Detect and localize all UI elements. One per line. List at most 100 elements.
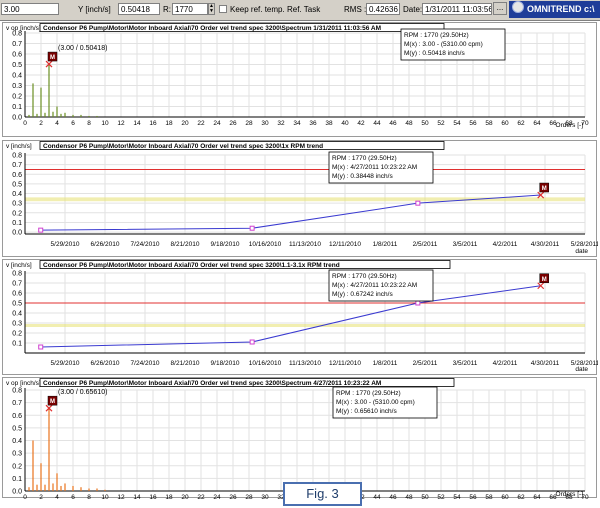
y-tick-label: 0.5	[12, 62, 22, 69]
x-tick-label: 30	[261, 494, 269, 499]
x-tick-label: 24	[213, 494, 221, 499]
x-tick-label: 16	[149, 494, 157, 499]
x-tick-label: 2	[39, 120, 43, 127]
x-tick-label: 26	[229, 494, 237, 499]
x-axis-label: Orders [-]	[556, 122, 584, 129]
x-axis-label: date	[575, 248, 588, 255]
x-tick-label: 46	[389, 120, 397, 127]
omnitrend-logo-icon	[512, 1, 524, 13]
y-tick-label: 0.6	[12, 291, 22, 298]
x-tick-label: 10/16/2010	[249, 241, 282, 248]
x-tick-label: 18	[165, 120, 173, 127]
rms-label: RMS :	[344, 5, 367, 14]
brand-label: OMNITREND c:\	[527, 4, 595, 14]
x-tick-label: 62	[517, 494, 525, 499]
y-value-field[interactable]: 0.50418	[118, 3, 160, 15]
chart-title: Condensor P6 Pump\Motor\Motor Inboard Ax…	[43, 262, 340, 269]
trend-point	[38, 227, 44, 233]
x-tick-label: 28	[245, 494, 253, 499]
x-tick-label: 0	[23, 494, 27, 499]
y-axis-label: v [inch/s]	[6, 262, 32, 269]
y-tick-label: 0.2	[12, 210, 22, 217]
x-tick-label: 4/2/2011	[493, 241, 518, 248]
x-tick-label: 60	[501, 494, 509, 499]
x-tick-label: 38	[325, 120, 333, 127]
x-tick-label: 36	[309, 120, 317, 127]
x-tick-label: 2/5/2011	[413, 360, 438, 367]
chart-title: Condensor P6 Pump\Motor\Motor Inboard Ax…	[43, 143, 323, 150]
y-label: Y [inch/s]	[78, 5, 111, 14]
y-tick-label: 0.0	[12, 230, 22, 237]
x-tick-label: 11/13/2010	[289, 360, 321, 367]
x-tick-label: 8/21/2010	[171, 241, 200, 248]
y-tick-label: 0.2	[12, 94, 22, 101]
y-tick-label: 0.6	[12, 172, 22, 179]
x-tick-label: 20	[181, 120, 189, 127]
more-button[interactable]: ...	[493, 2, 507, 15]
marker-info-line: RPM : 1770 (29.50Hz)	[404, 32, 469, 39]
trend-point	[415, 300, 421, 306]
x-tick-label: 24	[213, 120, 221, 127]
x-tick-label: 9/18/2010	[211, 241, 240, 248]
y-axis-label: v [inch/s]	[6, 143, 32, 150]
ref-task-label: Ref. Task	[287, 5, 321, 14]
x-tick-label: 34	[293, 120, 301, 127]
x-tick-label: 12	[117, 120, 125, 127]
spectrum-chart-1[interactable]: 0.00.10.20.30.40.50.60.70.80 2 4 6 8 10 12 14 16…	[3, 23, 598, 138]
r-label: R:	[163, 5, 171, 14]
y-tick-label: 0.4	[12, 73, 22, 80]
marker-info-line: M(x) : 3.00 - (5310.00 cpm)	[404, 41, 483, 48]
y-tick-label: 0.8	[12, 153, 22, 160]
cursor-toolbar: 3.00 Y [inch/s] 0.50418 R: 1770 ▲ ▼ Keep …	[0, 0, 600, 21]
x-tick-label: 52	[437, 494, 445, 499]
keep-ref-temp-checkbox[interactable]	[219, 5, 227, 13]
marker-info-line: M(x) : 4/27/2011 10:23:22 AM	[332, 282, 417, 289]
x-tick-label: 58	[485, 120, 493, 127]
y-tick-label: 0.3	[12, 451, 22, 458]
x-tick-label: 46	[389, 494, 397, 499]
x-tick-label: 7/24/2010	[131, 360, 160, 367]
trend-chart-band[interactable]: 0.1 0.2 0.3 0.4 0.5 0.6 0.7 0.8 5/29/2010 6/26/20…	[3, 260, 598, 376]
y-tick-label: 0.8	[12, 271, 22, 278]
trend-chart-1x[interactable]: 0.0 0.1 0.2 0.3 0.4 0.5 0.6 0.7 0.8 5/29/2010 6/26…	[3, 141, 598, 258]
rms-field[interactable]: 0.42636	[366, 3, 400, 15]
spectrum-chart-2[interactable]: 0.00.10.20.30.40.50.60.70.80 2 4 6 8 10 12 14 16…	[3, 378, 598, 499]
cursor-flag-label: M	[50, 55, 55, 61]
date-field[interactable]: 1/31/2011 11:03:56 A	[422, 3, 492, 15]
x-tick-label: 56	[469, 494, 477, 499]
y-tick-label: 0.5	[12, 181, 22, 188]
y-tick-label: 0.1	[12, 341, 22, 348]
x-tick-label: 60	[501, 120, 509, 127]
x-tick-label: 10/16/2010	[249, 360, 282, 367]
x-tick-label: 16	[149, 120, 157, 127]
x-tick-label: 52	[437, 120, 445, 127]
y-tick-label: 0.2	[12, 463, 22, 470]
x-value-field[interactable]: 3.00	[1, 3, 59, 15]
keep-ref-temp-label: Keep ref. temp.	[230, 5, 285, 14]
x-tick-label: 8	[87, 494, 91, 499]
x-tick-label: 10	[101, 494, 109, 499]
y-tick-label: 0.1	[12, 220, 22, 227]
marker-info-line: M(x) : 4/27/2011 10:23:22 AM	[332, 164, 417, 171]
x-tick-label: 8	[87, 120, 91, 127]
marker-info-line: M(y) : 0.67242 inch/s	[332, 291, 393, 298]
trend-point	[249, 339, 255, 345]
x-tick-label: 48	[405, 494, 413, 499]
x-tick-label: 56	[469, 120, 477, 127]
date-label: Date:	[403, 5, 423, 14]
y-tick-label: 0.4	[12, 311, 22, 318]
x-tick-label: 4/30/2011	[531, 360, 560, 367]
y-axis-label: v op [inch/s]	[6, 25, 41, 32]
y-tick-label: 0.4	[12, 438, 22, 445]
x-tick-label: 2/5/2011	[413, 241, 438, 248]
x-tick-label: 22	[197, 494, 205, 499]
rpm-field[interactable]: 1770	[172, 3, 208, 15]
y-tick-label: 0.7	[12, 281, 22, 288]
rpm-spinner[interactable]: ▲ ▼	[208, 3, 215, 15]
marker-info-line: M(x) : 3.00 - (5310.00 cpm)	[336, 399, 415, 406]
x-tick-label: 6	[71, 494, 75, 499]
y-tick-label: 0.6	[12, 52, 22, 59]
x-tick-label: 5/28/2011	[571, 241, 598, 248]
cursor-value-label: (3.00 / 0.50418)	[58, 45, 107, 52]
y-tick-label: 0.3	[12, 201, 22, 208]
